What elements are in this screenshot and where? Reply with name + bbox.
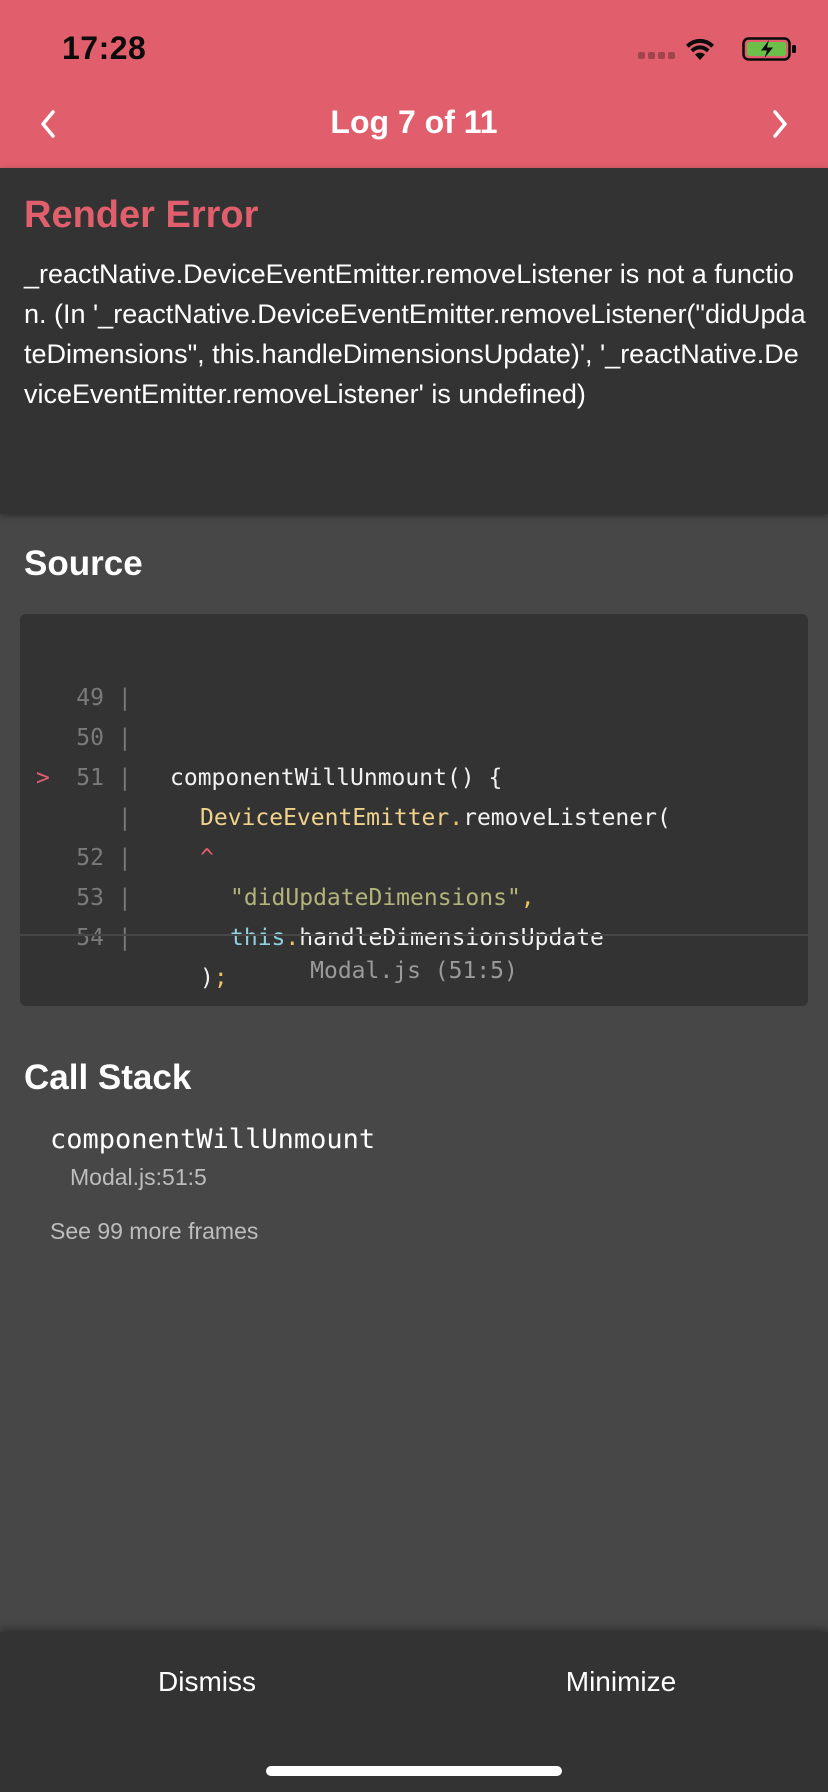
see-more-frames-button[interactable]: See 99 more frames [50, 1218, 258, 1245]
chevron-right-icon [773, 110, 787, 138]
error-message[interactable]: _reactNative.DeviceEventEmitter.removeLi… [24, 254, 810, 414]
signal-icon [638, 52, 678, 60]
code-line: | ^ [20, 758, 808, 871]
error-panel: Render Error _reactNative.DeviceEventEmi… [0, 168, 828, 514]
call-stack-heading: Call Stack [24, 1058, 192, 1097]
code-line: 50 | componentWillUnmount() { [20, 678, 808, 791]
error-log-screen: 17:28 Log 7 of 11 Render Error _reactNat… [0, 0, 828, 1792]
code-lines: 49 | 50 | componentWillUnmount() { >51 |… [20, 638, 808, 991]
next-log-button[interactable] [760, 100, 800, 148]
source-code-box[interactable]: 49 | 50 | componentWillUnmount() { >51 |… [20, 614, 808, 1006]
minimize-button[interactable]: Minimize [414, 1632, 828, 1732]
code-line: 53 | this.handleDimensionsUpdate [20, 838, 808, 951]
home-indicator[interactable] [266, 1766, 562, 1776]
dismiss-button[interactable]: Dismiss [0, 1632, 414, 1732]
stack-frame-name: componentWillUnmount [50, 1124, 376, 1155]
stack-frame-location: Modal.js:51:5 [70, 1164, 207, 1190]
log-header: 17:28 Log 7 of 11 [0, 0, 828, 168]
battery-charging-icon [742, 37, 796, 61]
status-time: 17:28 [62, 30, 147, 66]
log-counter-title: Log 7 of 11 [330, 104, 498, 140]
source-heading: Source [24, 544, 143, 583]
wifi-icon [686, 38, 714, 60]
error-title: Render Error [24, 194, 259, 236]
code-line: 49 | [20, 638, 808, 711]
status-indicators [618, 36, 798, 64]
bottom-action-bar: Dismiss Minimize [0, 1632, 828, 1792]
code-line: 54 | ); [20, 878, 808, 991]
code-line-highlighted: >51 | DeviceEventEmitter.removeListener( [20, 718, 808, 831]
source-file-location[interactable]: Modal.js (51:5) [20, 936, 808, 1006]
code-line: 52 | "didUpdateDimensions", [20, 798, 808, 911]
